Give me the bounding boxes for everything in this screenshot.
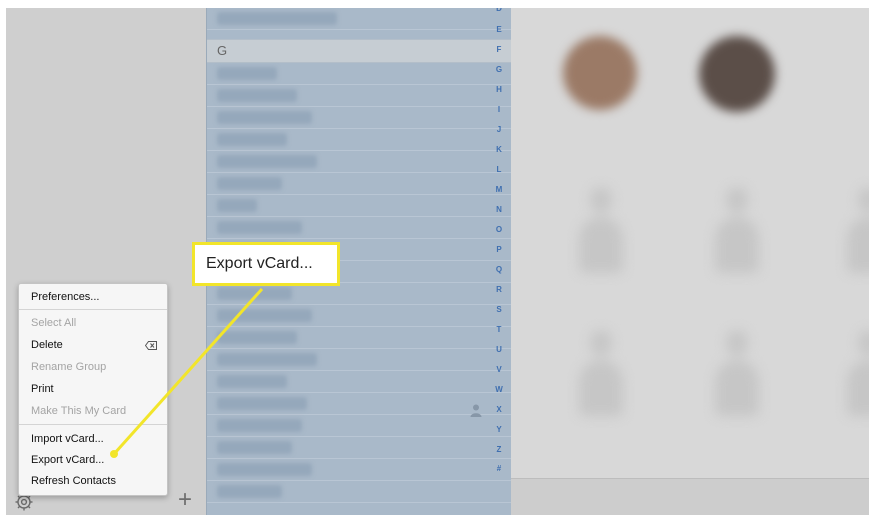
alphabet-index[interactable]: D E F G H I J K L M N O P Q R S T U V W … xyxy=(490,8,508,478)
contact-detail-pane xyxy=(511,8,869,478)
index-letter[interactable]: S xyxy=(490,305,508,314)
list-item[interactable] xyxy=(207,327,511,349)
index-letter[interactable]: H xyxy=(490,85,508,94)
avatar xyxy=(563,36,637,110)
index-letter[interactable]: # xyxy=(490,464,508,473)
list-item[interactable] xyxy=(207,8,511,30)
placeholder-avatar xyxy=(841,183,869,279)
list-item[interactable] xyxy=(207,371,511,393)
plus-icon[interactable]: + xyxy=(178,488,192,512)
index-letter[interactable]: Z xyxy=(490,445,508,454)
list-item[interactable] xyxy=(207,151,511,173)
index-letter[interactable]: E xyxy=(490,25,508,34)
list-item[interactable] xyxy=(207,481,511,503)
list-item[interactable] xyxy=(207,173,511,195)
menu-separator xyxy=(19,424,167,425)
annotation-callout: Export vCard... xyxy=(192,242,340,286)
list-item[interactable] xyxy=(207,217,511,239)
menu-item-rename-group: Rename Group xyxy=(31,361,107,373)
menu-separator xyxy=(19,309,167,310)
index-letter[interactable]: I xyxy=(490,105,508,114)
detail-bottom-bar xyxy=(511,478,869,515)
section-header: G xyxy=(207,39,511,63)
index-letter[interactable]: U xyxy=(490,345,508,354)
menu-item-import-vcard[interactable]: Import vCard... xyxy=(31,433,104,445)
menu-item-export-vcard[interactable]: Export vCard... xyxy=(31,454,104,466)
avatar xyxy=(699,36,775,112)
list-item[interactable] xyxy=(207,393,511,415)
index-letter[interactable]: X xyxy=(490,405,508,414)
section-header-label: G xyxy=(217,43,228,58)
index-letter[interactable]: R xyxy=(490,285,508,294)
list-item[interactable] xyxy=(207,349,511,371)
menu-item-preferences[interactable]: Preferences... xyxy=(31,291,99,303)
list-item[interactable] xyxy=(207,63,511,85)
index-letter[interactable]: W xyxy=(490,385,508,394)
list-item[interactable] xyxy=(207,129,511,151)
gear-menu: Preferences... Select All Delete Rename … xyxy=(18,283,168,496)
placeholder-avatar xyxy=(709,183,765,279)
index-letter[interactable]: F xyxy=(490,45,508,54)
menu-item-make-this-my-card: Make This My Card xyxy=(31,405,127,417)
list-item[interactable] xyxy=(207,195,511,217)
menu-item-refresh-contacts[interactable]: Refresh Contacts xyxy=(31,475,116,487)
list-item[interactable] xyxy=(207,85,511,107)
index-letter[interactable]: V xyxy=(490,365,508,374)
person-icon xyxy=(470,404,482,417)
list-item[interactable] xyxy=(207,107,511,129)
callout-text: Export vCard... xyxy=(206,255,313,272)
list-item[interactable] xyxy=(207,305,511,327)
placeholder-avatar xyxy=(841,326,869,422)
placeholder-avatar xyxy=(709,326,765,422)
index-letter[interactable]: J xyxy=(490,125,508,134)
placeholder-avatar xyxy=(573,326,629,422)
index-letter[interactable]: P xyxy=(490,245,508,254)
list-item[interactable] xyxy=(207,437,511,459)
index-letter[interactable]: Y xyxy=(490,425,508,434)
index-letter[interactable]: G xyxy=(490,65,508,74)
menu-item-delete[interactable]: Delete xyxy=(31,339,63,351)
list-item[interactable] xyxy=(207,415,511,437)
menu-item-print[interactable]: Print xyxy=(31,383,54,395)
index-letter[interactable]: T xyxy=(490,325,508,334)
contacts-window: + G D E F G H I J K L M N O P Q R S T U … xyxy=(6,8,869,515)
menu-item-select-all: Select All xyxy=(31,317,77,329)
list-item[interactable] xyxy=(207,459,511,481)
index-letter[interactable]: Q xyxy=(490,265,508,274)
placeholder-avatar xyxy=(573,183,629,279)
delete-backspace-icon xyxy=(145,341,157,350)
index-letter[interactable]: L xyxy=(490,165,508,174)
list-item[interactable] xyxy=(207,283,511,305)
index-letter[interactable]: O xyxy=(490,225,508,234)
index-letter[interactable]: M xyxy=(490,185,508,194)
index-letter[interactable]: D xyxy=(490,8,508,13)
index-letter[interactable]: N xyxy=(490,205,508,214)
index-letter[interactable]: K xyxy=(490,145,508,154)
